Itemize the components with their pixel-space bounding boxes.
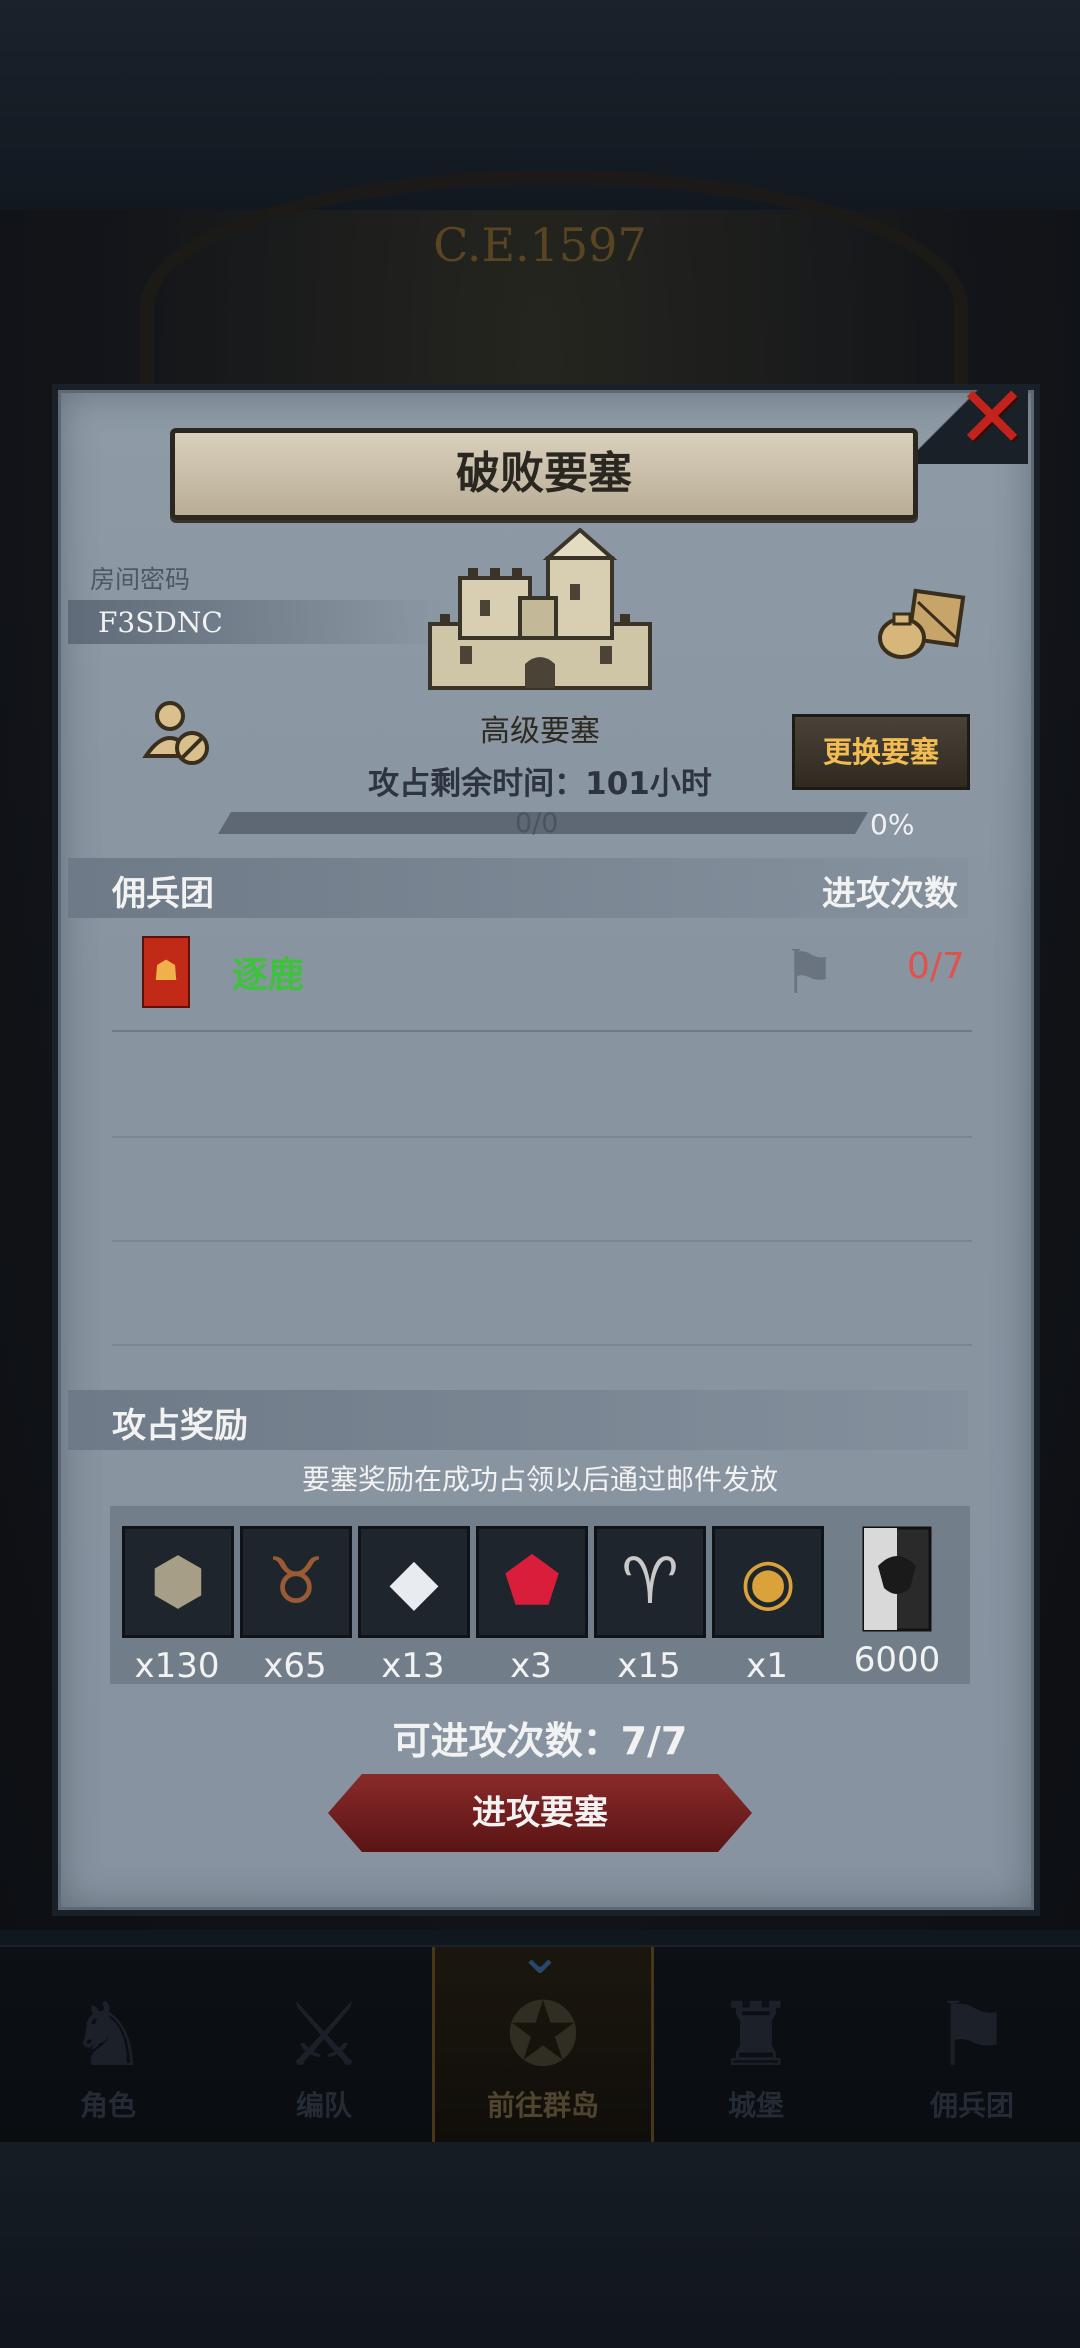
guild-emblem-icon: ☗ [142,936,190,1008]
reward-qty: x13 [381,1646,445,1686]
reward-qty: x65 [263,1646,327,1686]
room-code: F3SDNC [98,606,223,639]
panel-title: 破败要塞 [456,448,632,499]
mercenary-attack-count: 0/7 [907,946,965,987]
reward-qty: x15 [617,1646,681,1686]
horns-icon: ♈ [594,1526,706,1638]
ruby-icon: ⬟ [476,1526,588,1638]
reward-item[interactable]: ♈ x15 [594,1526,706,1686]
reward-qty: x3 [510,1646,552,1686]
reward-item[interactable]: ⬢ x130 [122,1526,234,1686]
rewards-note: 要塞奖励在成功占领以后通过邮件发放 [301,1463,778,1496]
diamond-icon: ◆ [358,1526,470,1638]
gold-medal-icon: ◉ [712,1526,824,1638]
reward-item[interactable]: ◉ x1 [712,1526,824,1686]
mercenary-header: 佣兵团 [112,874,214,914]
empty-slot-row [112,1240,972,1346]
reward-item[interactable]: 6000 [842,1526,952,1680]
reward-item[interactable]: ◆ x13 [358,1526,470,1686]
close-icon: ✕ [955,368,1029,468]
attack-count-header: 进攻次数 [822,874,958,914]
reward-item[interactable]: ♉ x65 [240,1526,352,1686]
bull-banner-icon [842,1526,952,1632]
reward-item[interactable]: ⬟ x3 [476,1526,588,1686]
attack-fortress-button[interactable]: 进攻要塞 [328,1774,752,1852]
room-code-label: 房间密码 [90,565,191,594]
rewards-header: 攻占奖励 [112,1406,248,1446]
empty-slot-row [112,1136,972,1242]
reward-qty: x130 [134,1646,220,1686]
progress-text: 0/0 [515,808,559,839]
mercenary-row[interactable]: ☗ 逐鹿 ⚑ 0/7 [112,920,972,1032]
remaining-attempts: 可进攻次数：7/7 [392,1719,688,1763]
title-banner: 破败要塞 [170,428,918,520]
reward-qty: x1 [746,1646,788,1686]
close-button[interactable]: ✕ [952,375,1032,461]
progress-percent: 0% [870,808,915,841]
mercenary-name: 逐鹿 [232,955,305,996]
supply-bag-icon[interactable] [876,588,966,660]
time-remaining: 攻占剩余时间：101小时 [368,766,712,802]
reward-qty: 6000 [853,1640,941,1680]
empty-slot-row [112,1032,972,1138]
stone-icon: ⬢ [122,1526,234,1638]
fortress-icon [428,528,652,690]
flag-icon: ⚑ [782,938,836,1008]
cattle-icon: ♉ [240,1526,352,1638]
